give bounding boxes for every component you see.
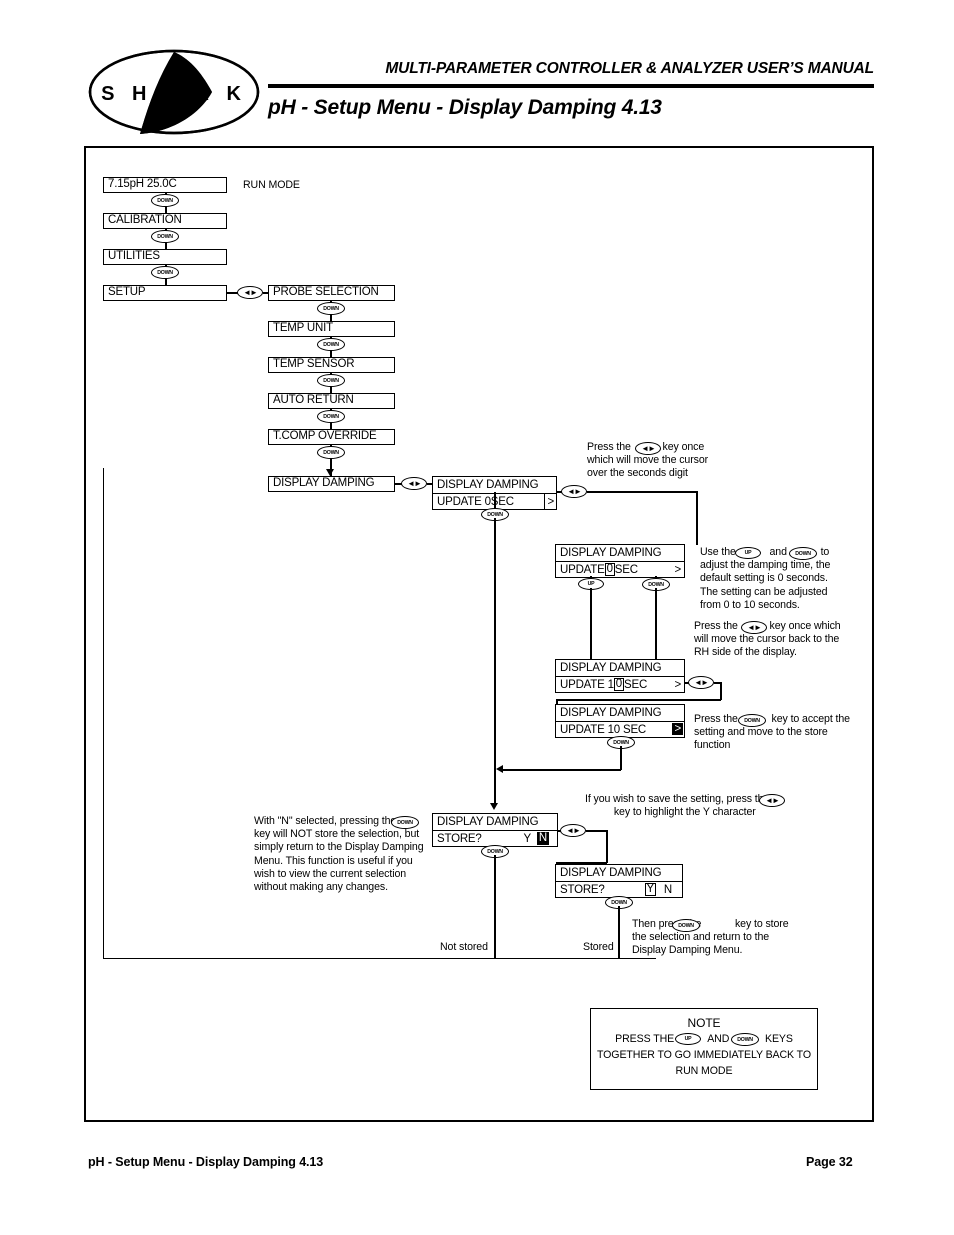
connector (720, 682, 722, 700)
down-key-icon[interactable]: DOWN (317, 302, 345, 315)
down-key-icon[interactable]: DOWN (317, 374, 345, 387)
menu-label: PROBE SELECTION (273, 286, 379, 299)
note-line-1: PRESS THE AND KEYS UP DOWN (615, 1033, 793, 1046)
note-title: NOTE (687, 1016, 721, 1030)
menu-item-calibration[interactable]: CALIBRATION (103, 213, 227, 229)
down-key-icon[interactable]: DOWN (317, 338, 345, 351)
down-key-icon[interactable]: DOWN (317, 446, 345, 459)
connector (696, 491, 698, 545)
menu-label: TEMP SENSOR (273, 358, 355, 371)
lcd-cursor-marker: > (674, 563, 681, 576)
stored-label: Stored (583, 941, 614, 953)
left-right-key-icon[interactable]: ◄► (237, 286, 263, 299)
down-key-icon[interactable]: DOWN (151, 266, 179, 279)
note-line-2: TOGETHER TO GO IMMEDIATELY BACK TO (596, 1049, 811, 1061)
header-divider (268, 84, 874, 88)
down-key-icon[interactable]: DOWN (738, 714, 766, 727)
return-loop-path (103, 468, 656, 959)
footer-page-number: Page 32 (806, 1155, 853, 1169)
down-key-icon[interactable]: DOWN (151, 230, 179, 243)
menu-label: CALIBRATION (108, 214, 182, 227)
note-box: NOTE PRESS THE AND KEYS UP DOWN TOGETHER… (590, 1008, 818, 1090)
up-key-icon[interactable]: UP (735, 547, 761, 559)
page-title: pH - Setup Menu - Display Damping 4.13 (268, 96, 662, 119)
submenu-item-auto-return[interactable]: AUTO RETURN (268, 393, 395, 409)
lcd-cursor-marker: > (672, 722, 683, 735)
manual-title: MULTI-PARAMETER CONTROLLER & ANALYZER US… (385, 60, 874, 77)
left-right-key-icon[interactable]: ◄► (635, 442, 661, 455)
menu-label: UTILITIES (108, 250, 160, 263)
down-key-icon[interactable]: DOWN (151, 194, 179, 207)
left-right-key-icon[interactable]: ◄► (688, 676, 714, 689)
menu-item-setup[interactable]: SETUP (103, 285, 227, 301)
menu-label: AUTO RETURN (273, 394, 354, 407)
lcd-run-mode-text: 7.15pH 25.0C (108, 178, 177, 191)
footer-left: pH - Setup Menu - Display Damping 4.13 (88, 1155, 324, 1169)
menu-label: TEMP UNIT (273, 322, 333, 335)
menu-label: T.COMP OVERRIDE (273, 430, 377, 443)
menu-item-utilities[interactable]: UTILITIES (103, 249, 227, 265)
up-key-icon[interactable]: UP (675, 1033, 701, 1045)
instruction-store-return: Then press the key to store the selectio… (632, 918, 789, 957)
not-stored-label: Not stored (440, 941, 488, 953)
instruction-accept-setting: Press the key to accept the setting and … (694, 713, 850, 752)
lcd-cursor-marker: > (674, 678, 681, 691)
shark-logo: S H A R K (88, 48, 260, 136)
lcd-no-option: N (663, 883, 672, 896)
lcd-run-mode: 7.15pH 25.0C (103, 177, 227, 193)
down-key-icon[interactable]: DOWN (672, 919, 700, 932)
down-key-icon[interactable]: DOWN (731, 1033, 759, 1046)
instruction-adjust-time: Use the and to adjust the damping time, … (700, 546, 831, 611)
left-right-key-icon[interactable]: ◄► (759, 794, 785, 807)
submenu-item-probe-selection[interactable]: PROBE SELECTION (268, 285, 395, 301)
down-key-icon[interactable]: DOWN (317, 410, 345, 423)
run-mode-label: RUN MODE (243, 179, 300, 191)
note-line-3: RUN MODE (675, 1065, 733, 1077)
submenu-item-temp-unit[interactable]: TEMP UNIT (268, 321, 395, 337)
down-key-icon[interactable]: DOWN (789, 547, 817, 560)
submenu-item-tcomp-override[interactable]: T.COMP OVERRIDE (268, 429, 395, 445)
instruction-cursor-back: Press the key once which will move the c… (694, 620, 841, 659)
menu-label: SETUP (108, 286, 146, 299)
submenu-item-temp-sensor[interactable]: TEMP SENSOR (268, 357, 395, 373)
left-right-key-icon[interactable]: ◄► (741, 621, 767, 634)
